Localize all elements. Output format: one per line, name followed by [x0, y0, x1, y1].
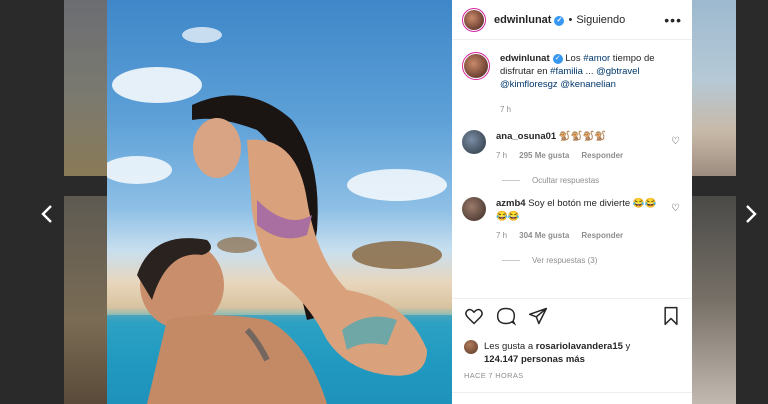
avatar[interactable] — [464, 340, 478, 354]
post-details-panel: edwinlunat ✓ • Siguiendo ••• edwinlunat ✓ … — [452, 0, 692, 404]
caption-text-part: Los — [562, 53, 584, 64]
post-header: edwinlunat ✓ • Siguiendo ••• — [452, 0, 692, 40]
caption-text: edwinlunat ✓ Los #amor tiempo de disfruta… — [500, 52, 672, 116]
likes-count[interactable]: 124.147 personas más — [484, 354, 585, 365]
timestamp[interactable]: 7 h — [496, 151, 507, 160]
background-thumbnail — [64, 196, 108, 404]
replies-label: Ver respuestas (3) — [532, 256, 598, 265]
verified-icon: ✓ — [552, 54, 563, 64]
comment-meta: 7 h 295 Me gusta Responder — [496, 149, 668, 162]
post-timestamp[interactable]: HACE 7 HORAS — [464, 371, 523, 380]
comments-list: edwinlunat ✓ Los #amor tiempo de disfruta… — [462, 52, 684, 265]
comment-icon[interactable] — [496, 306, 517, 331]
comment-item: azmb4 Soy el botón me divierte 😂😂😂😂 7 h3… — [462, 197, 684, 242]
comment-heart-icon[interactable]: ♡ — [671, 136, 680, 147]
add-comment-area[interactable] — [452, 392, 692, 404]
post-actions-bar — [452, 298, 692, 338]
comment-text: 🐒🐒🐒🐒 — [556, 131, 607, 142]
comment-body: azmb4 Soy el botón me divierte 😂😂😂😂 7 h3… — [496, 197, 668, 242]
post-username[interactable]: edwinlunat ✓ — [494, 14, 565, 26]
mention-link[interactable]: @kenanelian — [560, 79, 616, 90]
post-photo[interactable]: › — [107, 0, 452, 404]
background-post-thumbnails-right — [692, 0, 736, 404]
likes-summary: Les gusta a rosariolavandera15 y 124.147… — [464, 340, 684, 366]
hashtag-link[interactable]: #familia — [550, 66, 583, 77]
avatar[interactable] — [462, 7, 486, 32]
background-thumbnail — [692, 196, 736, 404]
comment-username[interactable]: ana_osuna01 — [496, 131, 556, 142]
background-thumbnail — [692, 0, 736, 176]
background-post-thumbnails-left — [64, 0, 108, 404]
share-icon[interactable] — [528, 306, 548, 331]
comment-meta: 7 h 304 Me gusta Responder — [496, 229, 668, 242]
timestamp[interactable]: 7 h — [496, 231, 507, 240]
reply-button[interactable]: Responder — [581, 231, 623, 240]
comment-heart-icon[interactable]: ♡ — [671, 203, 680, 214]
photo-scene — [107, 27, 452, 404]
background-thumbnail — [64, 0, 108, 176]
more-icon[interactable]: ••• — [664, 13, 682, 27]
mention-link[interactable]: @gbtravel — [596, 66, 639, 77]
mention-link[interactable]: @kimfloresgz — [500, 79, 558, 90]
comment-likes[interactable]: 304 Me gusta — [519, 231, 569, 240]
caption-text-part: ... — [582, 66, 597, 77]
comment-likes[interactable]: 295 Me gusta — [519, 151, 569, 160]
liker-username[interactable]: rosariolavandera15 — [536, 341, 623, 352]
reply-button[interactable]: Responder — [581, 151, 623, 160]
comment-item: ana_osuna01 🐒🐒🐒🐒 7 h 295 Me gusta Responde… — [462, 130, 684, 162]
replies-label: Ocultar respuestas — [532, 176, 600, 185]
likes-prefix: Les gusta a — [484, 341, 536, 352]
previous-post-chevron-left-icon[interactable] — [38, 203, 58, 225]
timestamp[interactable]: 7 h — [500, 105, 511, 114]
caption-meta: 7 h — [500, 103, 672, 116]
toggle-replies-button[interactable]: Ocultar respuestas — [502, 176, 684, 185]
avatar[interactable] — [462, 52, 490, 80]
follow-status-button[interactable]: Siguiendo — [576, 14, 625, 26]
avatar[interactable] — [462, 197, 486, 221]
bookmark-icon[interactable] — [662, 306, 680, 331]
avatar[interactable] — [462, 130, 486, 154]
comment-body: ana_osuna01 🐒🐒🐒🐒 7 h 295 Me gusta Responde… — [496, 130, 668, 162]
caption: edwinlunat ✓ Los #amor tiempo de disfruta… — [462, 52, 684, 116]
hashtag-link[interactable]: #amor — [583, 53, 610, 64]
view-replies-button[interactable]: Ver respuestas (3) — [502, 256, 684, 265]
heart-icon[interactable] — [464, 306, 484, 331]
next-post-chevron-right-icon[interactable] — [740, 203, 760, 225]
verified-icon: ✓ — [554, 15, 565, 26]
comment-username[interactable]: azmb4 — [496, 198, 526, 209]
caption-username[interactable]: edwinlunat — [500, 53, 550, 64]
likes-text: Les gusta a rosariolavandera15 y 124.147… — [484, 340, 630, 366]
likes-middle: y — [622, 341, 631, 352]
separator-dot: • — [568, 13, 573, 26]
